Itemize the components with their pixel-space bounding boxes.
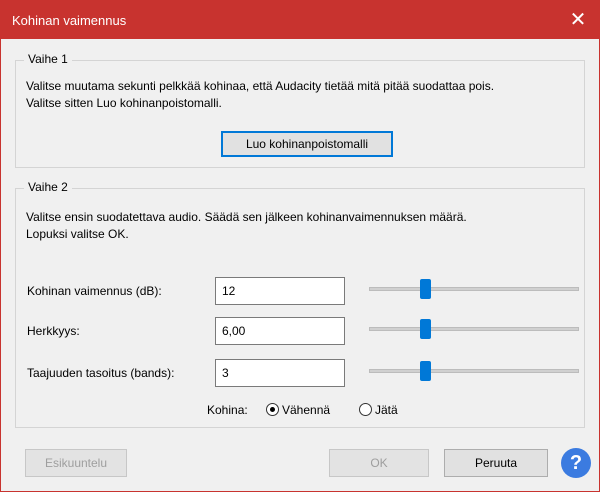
frequency-smoothing-slider-thumb[interactable]	[420, 361, 431, 381]
sensitivity-slider[interactable]	[369, 327, 579, 331]
cancel-button[interactable]: Peruuta	[444, 449, 548, 477]
frequency-smoothing-slider[interactable]	[369, 369, 579, 373]
step2-group: Vaihe 2 Valitse ensin suodatettava audio…	[15, 180, 585, 428]
step2-instruction-line1: Valitse ensin suodatettava audio. Säädä …	[26, 210, 467, 224]
residue-radio[interactable]	[359, 403, 372, 416]
frequency-smoothing-input[interactable]	[215, 359, 345, 387]
noise-reduction-input[interactable]	[215, 277, 345, 305]
reduce-radio-label[interactable]: Vähennä	[282, 403, 330, 417]
close-icon[interactable]: ✕	[565, 7, 591, 33]
window-title: Kohinan vaimennus	[12, 13, 127, 28]
sensitivity-input[interactable]	[215, 317, 345, 345]
preview-button[interactable]: Esikuuntelu	[25, 449, 127, 477]
create-noise-profile-button[interactable]: Luo kohinanpoistomalli	[221, 131, 393, 157]
frequency-smoothing-label: Taajuuden tasoitus (bands):	[27, 366, 175, 380]
step1-instruction-line1: Valitse muutama sekunti pelkkää kohinaa,…	[26, 79, 495, 93]
residue-radio-label[interactable]: Jätä	[375, 403, 398, 417]
reduce-radio[interactable]	[266, 403, 279, 416]
sensitivity-label: Herkkyys:	[27, 324, 80, 338]
title-bar: Kohinan vaimennus ✕	[1, 1, 599, 39]
step1-instruction-line2: Valitse sitten Luo kohinanpoistomalli.	[26, 96, 222, 110]
noise-reduction-slider-thumb[interactable]	[420, 279, 431, 299]
step1-legend: Vaihe 1	[24, 52, 72, 66]
step2-legend: Vaihe 2	[24, 180, 72, 194]
step1-group: Vaihe 1 Valitse muutama sekunti pelkkää …	[15, 52, 585, 168]
ok-button[interactable]: OK	[329, 449, 429, 477]
noise-reduction-label: Kohinan vaimennus (dB):	[27, 284, 162, 298]
noise-reduction-slider[interactable]	[369, 287, 579, 291]
noise-mode-label: Kohina:	[207, 403, 248, 417]
help-icon[interactable]: ?	[561, 448, 591, 478]
sensitivity-slider-thumb[interactable]	[420, 319, 431, 339]
step2-instruction-line2: Lopuksi valitse OK.	[26, 227, 129, 241]
noise-reduction-dialog: Kohinan vaimennus ✕ Vaihe 1 Valitse muut…	[0, 0, 600, 492]
